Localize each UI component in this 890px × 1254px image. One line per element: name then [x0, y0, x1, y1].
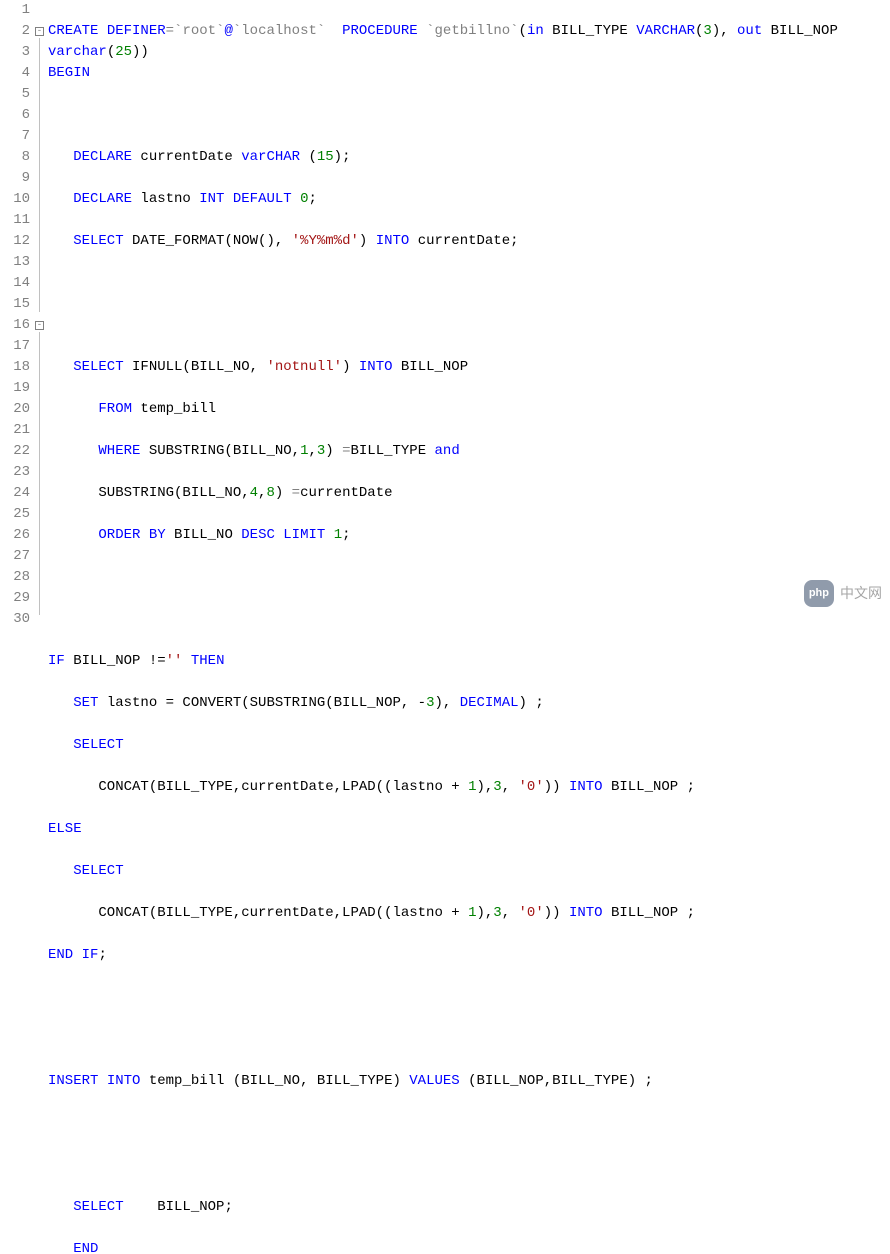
line-number: 6 — [0, 105, 30, 126]
line-number: 11 — [0, 210, 30, 231]
line-number: 1 — [0, 0, 30, 21]
line-number: 5 — [0, 84, 30, 105]
line-number: 2 — [0, 21, 30, 42]
code-line: CONCAT(BILL_TYPE,currentDate,LPAD((lastn… — [48, 903, 890, 924]
fold-guide — [39, 38, 40, 312]
code-line: SET lastno = CONVERT(SUBSTRING(BILL_NOP,… — [48, 693, 890, 714]
code-line: INSERT INTO temp_bill (BILL_NO, BILL_TYP… — [48, 1071, 890, 1092]
code-line: SUBSTRING(BILL_NO,4,8) =currentDate — [48, 483, 890, 504]
code-line — [48, 1113, 890, 1134]
code-line — [48, 105, 890, 126]
code-line: END — [48, 1239, 890, 1254]
line-number: 25 — [0, 504, 30, 525]
line-number: 19 — [0, 378, 30, 399]
code-line: SELECT — [48, 861, 890, 882]
code-line: DECLARE lastno INT DEFAULT 0; — [48, 189, 890, 210]
code-line: DECLARE currentDate varCHAR (15); — [48, 147, 890, 168]
line-number: 17 — [0, 336, 30, 357]
code-line — [48, 1029, 890, 1050]
code-line: CREATE DEFINER=`root`@`localhost` PROCED… — [48, 21, 890, 42]
code-line: WHERE SUBSTRING(BILL_NO,1,3) =BILL_TYPE … — [48, 441, 890, 462]
line-number: 18 — [0, 357, 30, 378]
line-number: 4 — [0, 63, 30, 84]
code-editor: 1 2 3 4 5 6 7 8 9 10 11 12 13 14 15 16 1… — [0, 0, 890, 627]
line-number-gutter: 1 2 3 4 5 6 7 8 9 10 11 12 13 14 15 16 1… — [0, 0, 34, 627]
code-line: IF BILL_NOP !='' THEN — [48, 651, 890, 672]
line-number: 26 — [0, 525, 30, 546]
code-line: CONCAT(BILL_TYPE,currentDate,LPAD((lastn… — [48, 777, 890, 798]
php-logo-icon: php — [804, 580, 834, 607]
code-line: END IF; — [48, 945, 890, 966]
line-number: 7 — [0, 126, 30, 147]
code-line: SELECT — [48, 735, 890, 756]
line-number: 27 — [0, 546, 30, 567]
line-number: 13 — [0, 252, 30, 273]
code-line — [48, 273, 890, 294]
line-number: 20 — [0, 399, 30, 420]
code-line — [48, 315, 890, 336]
line-number: 15 — [0, 294, 30, 315]
code-line — [48, 567, 890, 588]
line-number: 12 — [0, 231, 30, 252]
code-line: FROM temp_bill — [48, 399, 890, 420]
line-number: 24 — [0, 483, 30, 504]
line-number: 10 — [0, 189, 30, 210]
line-number: 21 — [0, 420, 30, 441]
line-number: 22 — [0, 441, 30, 462]
code-line — [48, 1155, 890, 1176]
code-line: SELECT DATE_FORMAT(NOW(), '%Y%m%d') INTO… — [48, 231, 890, 252]
code-line: SELECT IFNULL(BILL_NO, 'notnull') INTO B… — [48, 357, 890, 378]
fold-column: - - — [34, 0, 46, 627]
code-line — [48, 987, 890, 1008]
line-number: 9 — [0, 168, 30, 189]
line-number: 3 — [0, 42, 30, 63]
line-number: 8 — [0, 147, 30, 168]
watermark: php 中文网 — [804, 580, 882, 607]
watermark-text: 中文网 — [840, 583, 882, 604]
code-line: ELSE — [48, 819, 890, 840]
fold-toggle-icon[interactable]: - — [35, 321, 44, 330]
line-number: 14 — [0, 273, 30, 294]
line-number: 16 — [0, 315, 30, 336]
code-line: SELECT BILL_NOP; — [48, 1197, 890, 1218]
code-line: ORDER BY BILL_NO DESC LIMIT 1; — [48, 525, 890, 546]
fold-toggle-icon[interactable]: - — [35, 27, 44, 36]
code-content[interactable]: CREATE DEFINER=`root`@`localhost` PROCED… — [46, 0, 890, 627]
line-number: 29 — [0, 588, 30, 609]
line-number: 23 — [0, 462, 30, 483]
fold-guide — [39, 332, 40, 615]
line-number: 28 — [0, 567, 30, 588]
code-line: BEGIN — [48, 63, 890, 84]
